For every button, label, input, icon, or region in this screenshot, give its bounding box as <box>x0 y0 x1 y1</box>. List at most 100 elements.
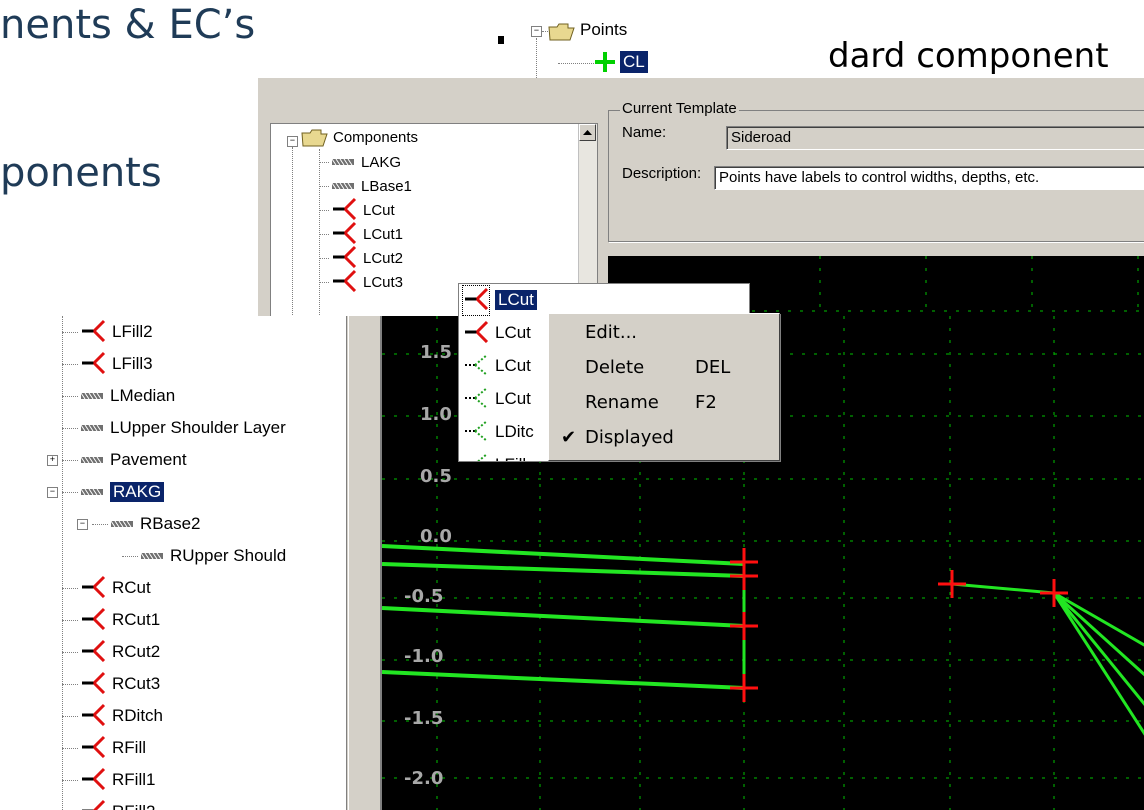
cut-component-icon <box>80 734 106 763</box>
description-field[interactable]: Points have labels to control widths, de… <box>714 166 1144 190</box>
component-tree-item[interactable]: LFill3 <box>62 350 153 379</box>
component-tree-item[interactable]: LBase1 <box>319 176 412 196</box>
component-tree-item[interactable]: LCut <box>319 197 395 221</box>
expand-toggle[interactable]: + <box>47 455 58 466</box>
component-label: LCut <box>363 201 395 219</box>
left-tree-scrollbar[interactable] <box>348 316 371 810</box>
cut-component-icon <box>80 766 106 795</box>
component-label: LFill2 <box>112 322 153 341</box>
component-label: RFill <box>112 738 146 757</box>
y-axis-tick-label: 1.5 <box>420 342 452 363</box>
cut-component-icon <box>80 606 106 635</box>
component-tree-item[interactable]: RBase2 <box>92 512 200 536</box>
collapse-toggle[interactable]: − <box>287 136 298 147</box>
template-point-marker[interactable] <box>938 570 966 598</box>
popup-tree-item[interactable]: LCut <box>463 386 531 411</box>
component-label: LAKG <box>361 153 402 171</box>
component-tree-item[interactable]: RCut1 <box>62 606 161 635</box>
cut-component-icon <box>80 318 106 347</box>
component-tree-item[interactable]: LCut1 <box>319 221 403 245</box>
context-menu: Edit... Delete DEL Rename F2 ✔ Displayed <box>548 313 780 461</box>
components-root-label: Components <box>333 129 419 146</box>
cut-component-icon <box>331 268 357 296</box>
collapse-toggle[interactable]: − <box>77 519 88 530</box>
menu-item-shortcut: DEL <box>695 357 731 378</box>
points-folder-label: Points <box>580 20 628 39</box>
component-tree-item[interactable]: RCut <box>62 574 151 603</box>
component-tree-item[interactable]: LFill2 <box>62 318 153 347</box>
template-point-marker[interactable] <box>730 612 758 640</box>
component-tree-item[interactable]: LUpper Shoulder Layer <box>62 416 286 440</box>
menu-item-label: Displayed <box>585 427 674 448</box>
slide-title-fragment: nents & EC’s <box>0 2 256 48</box>
cut-component-icon <box>80 702 106 731</box>
y-axis-tick-label: 0.5 <box>420 466 452 487</box>
cut-component-icon <box>80 574 106 603</box>
component-label: LUpper Shoulder Layer <box>110 418 286 437</box>
collapse-toggle[interactable]: − <box>47 487 58 498</box>
slide-subtitle-fragment: ponents <box>0 150 162 196</box>
component-label: RCut2 <box>112 642 161 661</box>
y-axis-tick-label: -1.5 <box>404 708 444 729</box>
y-axis-tick-label: 0.0 <box>420 526 452 547</box>
cut-component-icon <box>80 798 106 810</box>
popup-tree-item[interactable]: LCut <box>463 353 531 378</box>
component-tree-item[interactable]: RUpper Should <box>122 544 286 568</box>
component-label: RFill2 <box>112 802 155 810</box>
left-tree-panel: LFill2 LFill3 LMedian LUpper Shoulder Layer… <box>0 316 347 810</box>
layer-icon <box>331 178 355 195</box>
menu-item-rename[interactable]: Rename F2 <box>549 386 779 420</box>
component-tree-item[interactable]: Pavement <box>62 448 187 472</box>
component-label: RBase2 <box>140 514 201 533</box>
fill-component-icon <box>463 451 489 461</box>
scroll-up-button[interactable] <box>579 124 596 141</box>
y-axis-tick-label: -0.5 <box>404 586 444 607</box>
folder-open-icon <box>548 23 576 46</box>
cut-component-icon <box>80 638 106 667</box>
layer-icon <box>80 450 104 470</box>
point-plus-icon <box>594 50 616 79</box>
slide-caption-fragment: dard component <box>828 36 1109 76</box>
point-cl-item[interactable]: CL <box>620 51 648 73</box>
popup-tree-item[interactable]: LCut <box>462 284 537 316</box>
name-label: Name: <box>622 124 667 141</box>
component-tree-item[interactable]: RCut2 <box>62 638 161 667</box>
component-label: RCut1 <box>112 610 161 629</box>
component-tree-item[interactable]: RDitch <box>62 702 164 731</box>
cut-component-icon <box>80 350 106 379</box>
menu-item-displayed[interactable]: ✔ Displayed <box>549 421 779 455</box>
menu-item-edit[interactable]: Edit... <box>549 316 779 350</box>
component-tree-item[interactable]: LCut3 <box>319 269 403 293</box>
template-point-marker[interactable] <box>730 562 758 590</box>
layer-icon <box>80 482 104 502</box>
collapse-toggle[interactable]: − <box>531 26 542 37</box>
component-tree-item[interactable]: RFill2 <box>62 798 155 810</box>
template-point-marker[interactable] <box>730 674 758 702</box>
popup-tree-item[interactable]: LDitc <box>463 419 534 444</box>
component-tree-item[interactable]: RFill1 <box>62 766 156 795</box>
component-tree-item[interactable]: LMedian <box>62 384 175 408</box>
popup-tree-item[interactable]: LCut <box>463 320 531 345</box>
cut-component-icon <box>80 670 106 699</box>
menu-item-delete[interactable]: Delete DEL <box>549 351 779 385</box>
component-label: RAKG <box>110 482 165 502</box>
menu-item-label: Edit... <box>585 322 638 343</box>
popup-item-label: LFill <box>495 455 526 461</box>
description-label: Description: <box>622 165 702 182</box>
check-icon: ✔ <box>561 427 577 448</box>
component-label: RDitch <box>112 706 164 725</box>
menu-item-shortcut: F2 <box>695 392 717 413</box>
layer-icon <box>80 418 104 438</box>
component-tree-item[interactable]: LAKG <box>319 152 401 172</box>
component-label: RCut <box>112 578 151 597</box>
component-tree-item[interactable]: RCut3 <box>62 670 161 699</box>
name-field[interactable]: Sideroad <box>726 126 1144 150</box>
y-axis-tick-label: -2.0 <box>404 768 444 789</box>
component-label: RFill1 <box>112 770 156 789</box>
component-tree-item[interactable]: LCut2 <box>319 245 403 269</box>
popup-tree-item[interactable]: LFill <box>463 451 526 461</box>
component-label: RCut3 <box>112 674 161 693</box>
component-tree-item[interactable]: RFill <box>62 734 146 763</box>
component-tree-item[interactable]: RAKG <box>62 480 165 504</box>
points-tree: − Points CL <box>490 18 690 78</box>
